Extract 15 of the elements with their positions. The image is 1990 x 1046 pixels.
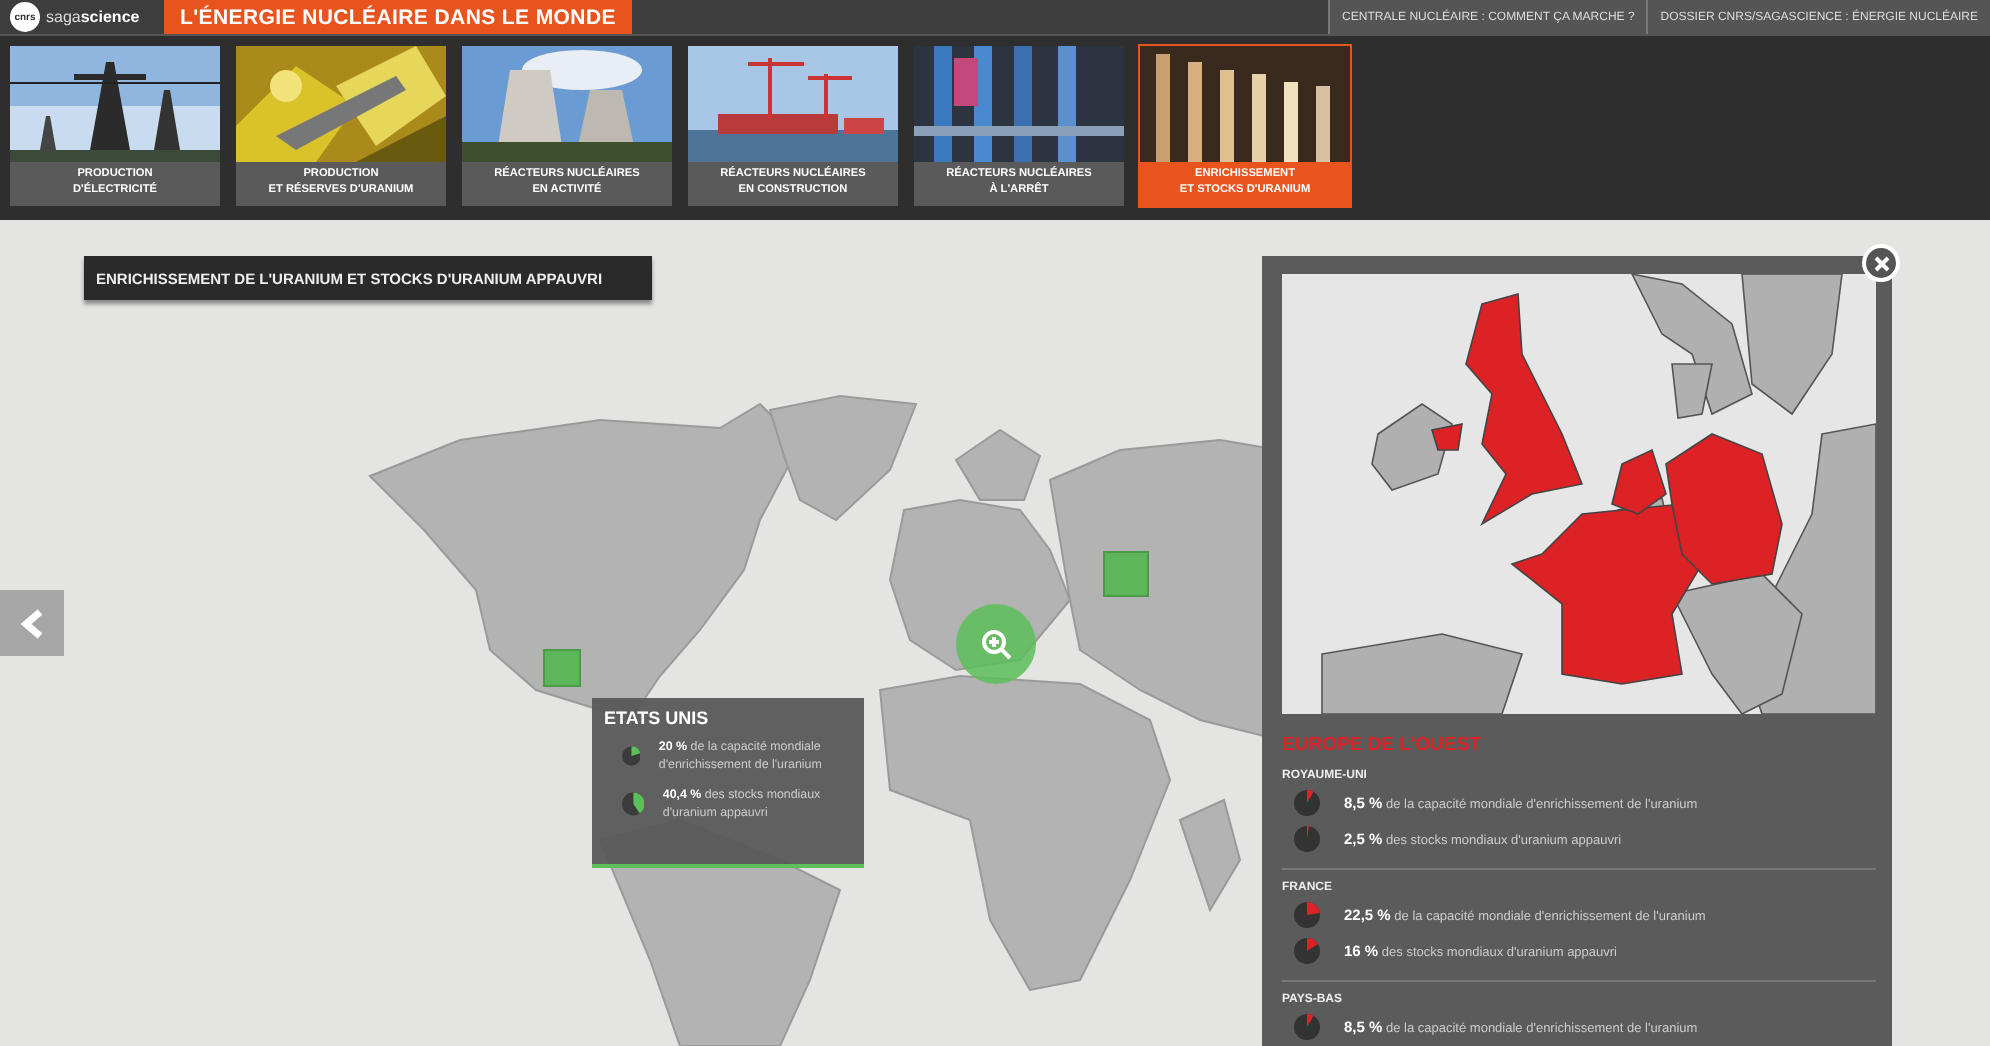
pie-chart-icon	[1294, 1014, 1320, 1040]
zoom-in-icon	[980, 628, 1012, 660]
pie-chart-icon	[1294, 826, 1320, 852]
pie-chart-icon	[1294, 902, 1320, 928]
tooltip-title: ETATS UNIS	[604, 708, 711, 728]
chevron-left-icon	[18, 607, 46, 639]
pie-chart-icon	[1294, 790, 1320, 816]
pie-chart-icon	[1294, 938, 1320, 964]
logo-text: sagascience	[46, 8, 140, 26]
site-title: L'ÉNERGIE NUCLÉAIRE DANS LE MONDE	[164, 0, 632, 34]
close-icon	[1871, 253, 1891, 273]
previous-button[interactable]	[0, 590, 64, 656]
pie-chart-icon	[622, 787, 645, 820]
region-title: EUROPE DE L'OUEST	[1282, 734, 1483, 756]
close-button[interactable]	[1862, 244, 1900, 282]
